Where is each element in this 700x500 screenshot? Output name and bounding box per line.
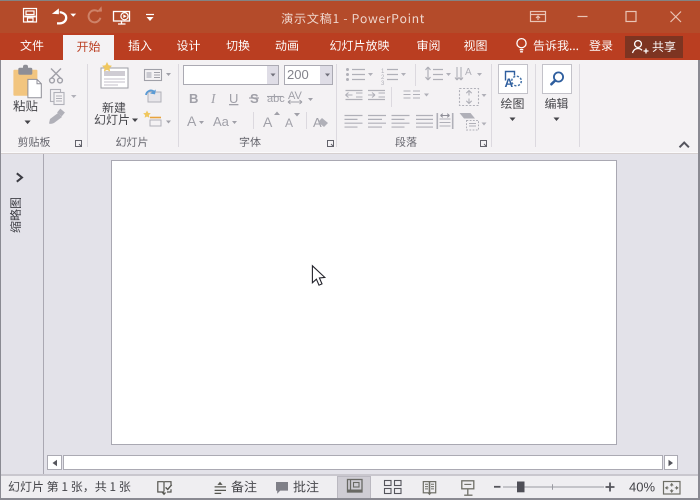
svg-text:A: A bbox=[465, 67, 472, 78]
svg-text:abc: abc bbox=[267, 93, 285, 105]
svg-text:B: B bbox=[189, 91, 198, 106]
svg-text:Aa: Aa bbox=[213, 114, 230, 129]
svg-text:A: A bbox=[263, 114, 273, 130]
svg-text:A: A bbox=[187, 113, 197, 129]
svg-text:40%: 40% bbox=[629, 480, 655, 495]
svg-text:I: I bbox=[210, 91, 217, 106]
svg-text:U: U bbox=[229, 91, 238, 106]
svg-text:A: A bbox=[285, 116, 293, 130]
svg-text:3: 3 bbox=[381, 81, 385, 87]
